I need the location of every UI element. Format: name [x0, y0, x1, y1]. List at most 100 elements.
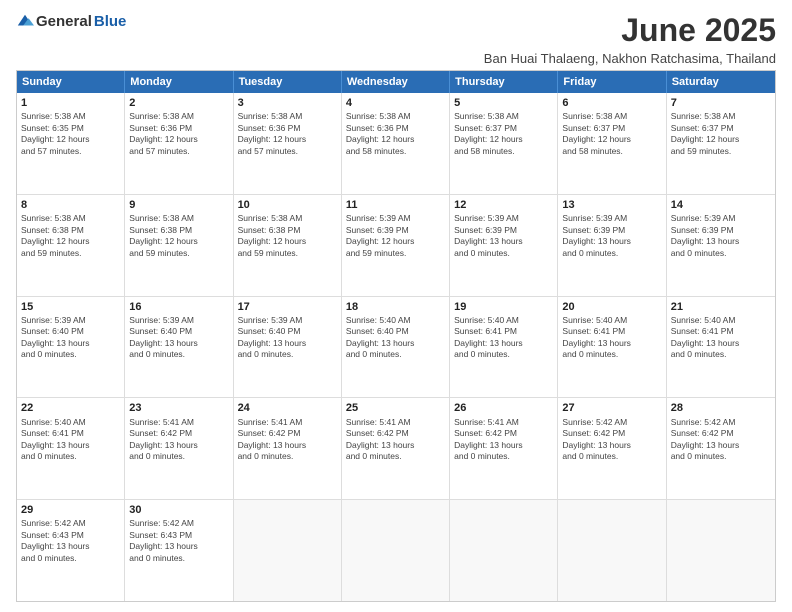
- calendar-cell: 27Sunrise: 5:42 AMSunset: 6:42 PMDayligh…: [558, 398, 666, 499]
- cell-info: Sunrise: 5:41 AM: [346, 417, 445, 428]
- cell-info: Daylight: 13 hours: [21, 541, 120, 552]
- calendar-cell: 30Sunrise: 5:42 AMSunset: 6:43 PMDayligh…: [125, 500, 233, 601]
- calendar-cell: 10Sunrise: 5:38 AMSunset: 6:38 PMDayligh…: [234, 195, 342, 296]
- cell-info: Sunset: 6:41 PM: [21, 428, 120, 439]
- cell-info: Sunrise: 5:39 AM: [129, 315, 228, 326]
- calendar-cell: 29Sunrise: 5:42 AMSunset: 6:43 PMDayligh…: [17, 500, 125, 601]
- cell-info: Daylight: 13 hours: [454, 338, 553, 349]
- calendar-cell: 26Sunrise: 5:41 AMSunset: 6:42 PMDayligh…: [450, 398, 558, 499]
- cell-info: Daylight: 12 hours: [671, 134, 771, 145]
- cell-info: Daylight: 13 hours: [671, 236, 771, 247]
- cell-info: and 0 minutes.: [129, 349, 228, 360]
- cell-info: and 58 minutes.: [454, 146, 553, 157]
- cell-info: Daylight: 13 hours: [454, 236, 553, 247]
- day-number: 30: [129, 503, 228, 517]
- cell-info: Daylight: 12 hours: [238, 236, 337, 247]
- header-day-friday: Friday: [558, 71, 666, 93]
- day-number: 22: [21, 401, 120, 415]
- day-number: 10: [238, 198, 337, 212]
- header-day-tuesday: Tuesday: [234, 71, 342, 93]
- day-number: 28: [671, 401, 771, 415]
- day-number: 20: [562, 300, 661, 314]
- cell-info: Sunrise: 5:42 AM: [671, 417, 771, 428]
- calendar-cell: 15Sunrise: 5:39 AMSunset: 6:40 PMDayligh…: [17, 297, 125, 398]
- calendar-row-1: 8Sunrise: 5:38 AMSunset: 6:38 PMDaylight…: [17, 194, 775, 296]
- cell-info: and 0 minutes.: [238, 451, 337, 462]
- cell-info: Sunset: 6:38 PM: [129, 225, 228, 236]
- cell-info: Sunrise: 5:38 AM: [562, 111, 661, 122]
- calendar-row-2: 15Sunrise: 5:39 AMSunset: 6:40 PMDayligh…: [17, 296, 775, 398]
- cell-info: Sunrise: 5:40 AM: [21, 417, 120, 428]
- cell-info: Sunrise: 5:40 AM: [562, 315, 661, 326]
- calendar-cell: 16Sunrise: 5:39 AMSunset: 6:40 PMDayligh…: [125, 297, 233, 398]
- calendar-cell: 22 Sunrise: 5:40 AMSunset: 6:41 PMDayligh…: [17, 398, 125, 499]
- cell-info: and 57 minutes.: [21, 146, 120, 157]
- title-section: June 2025 Ban Huai Thalaeng, Nakhon Ratc…: [484, 12, 776, 66]
- calendar-cell: [558, 500, 666, 601]
- logo-blue: Blue: [94, 13, 127, 30]
- cell-info: Daylight: 12 hours: [454, 134, 553, 145]
- cell-info: and 0 minutes.: [346, 451, 445, 462]
- cell-info: and 0 minutes.: [129, 451, 228, 462]
- day-number: 18: [346, 300, 445, 314]
- cell-info: and 59 minutes.: [238, 248, 337, 259]
- cell-info: Daylight: 12 hours: [129, 134, 228, 145]
- cell-info: Sunrise: 5:40 AM: [671, 315, 771, 326]
- cell-info: Sunset: 6:36 PM: [129, 123, 228, 134]
- cell-info: and 0 minutes.: [129, 553, 228, 564]
- location-title: Ban Huai Thalaeng, Nakhon Ratchasima, Th…: [484, 51, 776, 66]
- day-number: 4: [346, 96, 445, 110]
- calendar-cell: 8Sunrise: 5:38 AMSunset: 6:38 PMDaylight…: [17, 195, 125, 296]
- calendar-cell: 28Sunrise: 5:42 AMSunset: 6:42 PMDayligh…: [667, 398, 775, 499]
- cell-info: Daylight: 13 hours: [21, 440, 120, 451]
- month-title: June 2025: [484, 12, 776, 49]
- calendar-cell: 5Sunrise: 5:38 AMSunset: 6:37 PMDaylight…: [450, 93, 558, 194]
- day-number: 14: [671, 198, 771, 212]
- header-day-monday: Monday: [125, 71, 233, 93]
- cell-info: Sunset: 6:38 PM: [238, 225, 337, 236]
- cell-info: and 59 minutes.: [671, 146, 771, 157]
- calendar: SundayMondayTuesdayWednesdayThursdayFrid…: [16, 70, 776, 602]
- cell-info: Daylight: 12 hours: [346, 236, 445, 247]
- cell-info: Daylight: 13 hours: [562, 236, 661, 247]
- cell-info: and 0 minutes.: [21, 349, 120, 360]
- day-number: 12: [454, 198, 553, 212]
- logo-text: General Blue: [16, 12, 126, 30]
- header-day-thursday: Thursday: [450, 71, 558, 93]
- cell-info: Sunrise: 5:39 AM: [21, 315, 120, 326]
- cell-info: Sunset: 6:41 PM: [454, 326, 553, 337]
- day-number: 17: [238, 300, 337, 314]
- cell-info: Daylight: 12 hours: [21, 236, 120, 247]
- day-number: 29: [21, 503, 120, 517]
- header: General Blue June 2025 Ban Huai Thalaeng…: [16, 12, 776, 66]
- cell-info: Sunrise: 5:38 AM: [129, 213, 228, 224]
- cell-info: Daylight: 13 hours: [21, 338, 120, 349]
- cell-info: Sunrise: 5:42 AM: [562, 417, 661, 428]
- cell-info: Daylight: 12 hours: [562, 134, 661, 145]
- calendar-cell: 11Sunrise: 5:39 AMSunset: 6:39 PMDayligh…: [342, 195, 450, 296]
- cell-info: Sunrise: 5:38 AM: [21, 111, 120, 122]
- cell-info: Sunrise: 5:41 AM: [454, 417, 553, 428]
- calendar-cell: 13Sunrise: 5:39 AMSunset: 6:39 PMDayligh…: [558, 195, 666, 296]
- cell-info: Sunset: 6:42 PM: [346, 428, 445, 439]
- calendar-cell: 14Sunrise: 5:39 AMSunset: 6:39 PMDayligh…: [667, 195, 775, 296]
- calendar-cell: 23Sunrise: 5:41 AMSunset: 6:42 PMDayligh…: [125, 398, 233, 499]
- calendar-cell: 17Sunrise: 5:39 AMSunset: 6:40 PMDayligh…: [234, 297, 342, 398]
- cell-info: Sunset: 6:43 PM: [21, 530, 120, 541]
- cell-info: and 0 minutes.: [21, 451, 120, 462]
- cell-info: and 0 minutes.: [454, 248, 553, 259]
- cell-info: Sunset: 6:39 PM: [671, 225, 771, 236]
- cell-info: Sunrise: 5:41 AM: [129, 417, 228, 428]
- cell-info: Sunrise: 5:42 AM: [21, 518, 120, 529]
- cell-info: Daylight: 13 hours: [346, 338, 445, 349]
- cell-info: Sunset: 6:43 PM: [129, 530, 228, 541]
- cell-info: Daylight: 13 hours: [671, 338, 771, 349]
- cell-info: Sunrise: 5:38 AM: [238, 213, 337, 224]
- calendar-cell: [342, 500, 450, 601]
- cell-info: and 0 minutes.: [454, 349, 553, 360]
- calendar-cell: 2Sunrise: 5:38 AMSunset: 6:36 PMDaylight…: [125, 93, 233, 194]
- day-number: 21: [671, 300, 771, 314]
- day-number: 13: [562, 198, 661, 212]
- cell-info: Sunset: 6:36 PM: [238, 123, 337, 134]
- cell-info: Sunrise: 5:38 AM: [129, 111, 228, 122]
